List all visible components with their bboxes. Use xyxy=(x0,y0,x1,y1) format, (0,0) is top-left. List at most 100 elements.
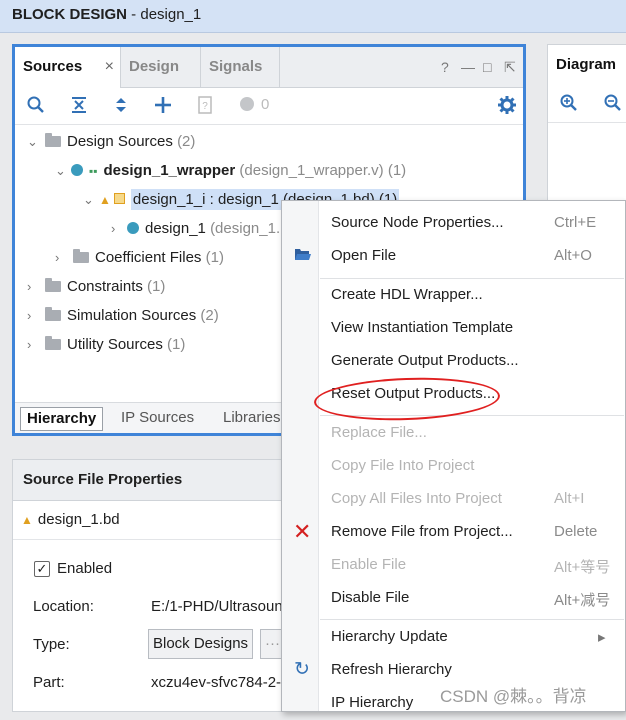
folder-icon xyxy=(73,249,89,263)
tree-item-constraints[interactable]: › Constraints (1) xyxy=(27,274,165,300)
refresh-icon: ↻ xyxy=(294,659,310,680)
maximize-icon[interactable]: □ xyxy=(483,59,491,75)
tree-item-wrapper[interactable]: ⌄ ▪▪ design_1_wrapper (design_1_wrapper.v)… xyxy=(55,158,406,184)
menu-item-shortcut: Ctrl+E xyxy=(554,214,597,231)
tree-label: Simulation Sources xyxy=(67,307,197,324)
unknown-file-icon[interactable]: ? xyxy=(198,96,212,117)
title-rest: - design_1 xyxy=(127,6,202,23)
enabled-label: Enabled xyxy=(57,560,113,577)
hierarchy-icon: ▪▪ xyxy=(89,164,98,178)
float-icon[interactable]: ⇱ xyxy=(504,59,516,76)
chevron-right-icon[interactable]: › xyxy=(27,274,43,300)
chevron-down-icon[interactable]: ⌄ xyxy=(83,187,99,213)
folder-icon xyxy=(45,336,61,350)
tree-item-design-1[interactable]: › design_1 (design_1.bd) xyxy=(111,216,302,242)
menu-item-label: Replace File... xyxy=(331,424,427,441)
tree-label: Constraints xyxy=(67,278,143,295)
tree-item-utility[interactable]: › Utility Sources (1) xyxy=(27,332,185,358)
chevron-down-icon[interactable]: ⌄ xyxy=(55,158,71,184)
search-icon[interactable] xyxy=(27,96,45,117)
menu-item-open-file[interactable]: Open File Alt+O xyxy=(282,240,625,273)
gear-icon[interactable] xyxy=(498,96,516,117)
menu-separator xyxy=(320,619,624,620)
help-icon[interactable]: ? xyxy=(441,59,449,75)
chevron-right-icon[interactable]: › xyxy=(55,245,71,271)
tree-file: (design_1_wrapper.v) xyxy=(239,162,384,179)
type-label: Type: xyxy=(33,636,70,653)
tab-diagram-label: Diagram xyxy=(556,56,617,73)
menu-item-shortcut: Delete xyxy=(554,523,598,540)
menu-item-remove-file[interactable]: ✕ Remove File from Project... Delete xyxy=(282,516,625,549)
menu-item-label: Enable File xyxy=(331,556,407,573)
menu-item-hierarchy-update[interactable]: Hierarchy Update ▸ xyxy=(282,621,625,654)
menu-item-label: View Instantiation Template xyxy=(331,319,514,336)
collapse-all-icon[interactable] xyxy=(71,96,87,117)
sources-toolbar: ? 0 xyxy=(15,88,523,125)
tree-label: design_1_wrapper xyxy=(103,162,236,179)
tree-label: Design Sources xyxy=(67,133,173,150)
menu-item-label: Generate Output Products... xyxy=(331,352,519,369)
part-value: xczu4ev-sfvc784-2-i xyxy=(151,674,285,691)
menu-item-label: Hierarchy Update xyxy=(331,628,448,645)
menu-item-copy-file-into-project[interactable]: Copy File Into Project xyxy=(282,450,625,483)
menu-item-label: Open File xyxy=(331,247,397,264)
tree-count: (1) xyxy=(167,336,186,353)
tab-ip-sources[interactable]: IP Sources xyxy=(115,407,200,429)
zoom-out-icon[interactable] xyxy=(604,94,622,115)
chevron-right-icon[interactable]: › xyxy=(27,332,43,358)
diagram-toolbar xyxy=(548,86,626,123)
status-dot-icon xyxy=(239,96,255,115)
tree-count: (2) xyxy=(200,307,219,324)
menu-item-shortcut: Alt+O xyxy=(554,247,592,264)
title-bold: BLOCK DESIGN xyxy=(12,6,128,23)
menu-item-label: Create HDL Wrapper... xyxy=(331,286,483,303)
tree-label: Utility Sources xyxy=(67,336,163,353)
menu-item-enable-file[interactable]: Enable File Alt+等号 xyxy=(282,549,625,582)
svg-text:?: ? xyxy=(202,101,208,112)
submenu-arrow-icon: ▸ xyxy=(598,629,606,646)
menu-item-source-node-properties[interactable]: Source Node Properties... Ctrl+E xyxy=(282,207,625,240)
menu-item-view-instantiation-template[interactable]: View Instantiation Template xyxy=(282,312,625,345)
properties-title: Source File Properties xyxy=(23,471,183,488)
menu-item-replace-file[interactable]: Replace File... xyxy=(282,417,625,450)
chevron-right-icon[interactable]: › xyxy=(111,216,127,242)
chevron-down-icon[interactable]: ⌄ xyxy=(27,129,43,155)
type-value[interactable]: Block Designs xyxy=(148,629,254,659)
tree-label: design_1 xyxy=(145,220,206,237)
window-title: BLOCK DESIGN - design_1 xyxy=(12,6,201,23)
folder-icon xyxy=(45,307,61,321)
expand-all-icon[interactable] xyxy=(113,96,129,117)
menu-item-create-hdl-wrapper[interactable]: Create HDL Wrapper... xyxy=(282,279,625,312)
tab-signals[interactable]: Signals xyxy=(201,47,280,87)
zoom-in-icon[interactable] xyxy=(560,94,578,115)
tab-design[interactable]: Design xyxy=(121,47,201,87)
close-icon: ✕ xyxy=(293,519,312,544)
menu-item-shortcut: Alt+减号 xyxy=(554,592,611,609)
tab-diagram[interactable]: Diagram xyxy=(548,45,626,86)
minimize-icon[interactable]: — xyxy=(461,59,475,75)
location-label: Location: xyxy=(33,598,94,615)
block-design-icon: ▲ xyxy=(21,513,33,527)
properties-file-name: design_1.bd xyxy=(37,511,120,528)
chevron-right-icon[interactable]: › xyxy=(27,303,43,329)
menu-item-shortcut: Alt+I xyxy=(554,490,585,507)
context-menu: Source Node Properties... Ctrl+E Open Fi… xyxy=(281,200,626,712)
menu-item-disable-file[interactable]: Disable File Alt+减号 xyxy=(282,582,625,615)
tree-item-coefficient[interactable]: › Coefficient Files (1) xyxy=(55,245,224,271)
folder-icon xyxy=(45,133,61,147)
tab-sources[interactable]: Sources × xyxy=(15,47,121,88)
tree-item-design-sources[interactable]: ⌄ Design Sources (2) xyxy=(27,129,195,155)
menu-item-generate-output-products[interactable]: Generate Output Products... xyxy=(282,345,625,378)
add-icon[interactable] xyxy=(154,96,172,117)
enabled-checkbox[interactable]: ✓ xyxy=(34,561,50,577)
close-icon[interactable]: × xyxy=(105,47,114,87)
tree-count: (1) xyxy=(387,162,407,179)
folder-icon xyxy=(45,278,61,292)
tab-libraries[interactable]: Libraries xyxy=(217,407,287,429)
tree-item-simulation[interactable]: › Simulation Sources (2) xyxy=(27,303,219,329)
tab-signals-label: Signals xyxy=(209,58,263,75)
status-count: 0 xyxy=(261,96,270,113)
tab-hierarchy[interactable]: Hierarchy xyxy=(20,407,104,431)
menu-item-copy-all-files-into-project[interactable]: Copy All Files Into Project Alt+I xyxy=(282,483,625,516)
tree-count: (1) xyxy=(147,278,166,295)
